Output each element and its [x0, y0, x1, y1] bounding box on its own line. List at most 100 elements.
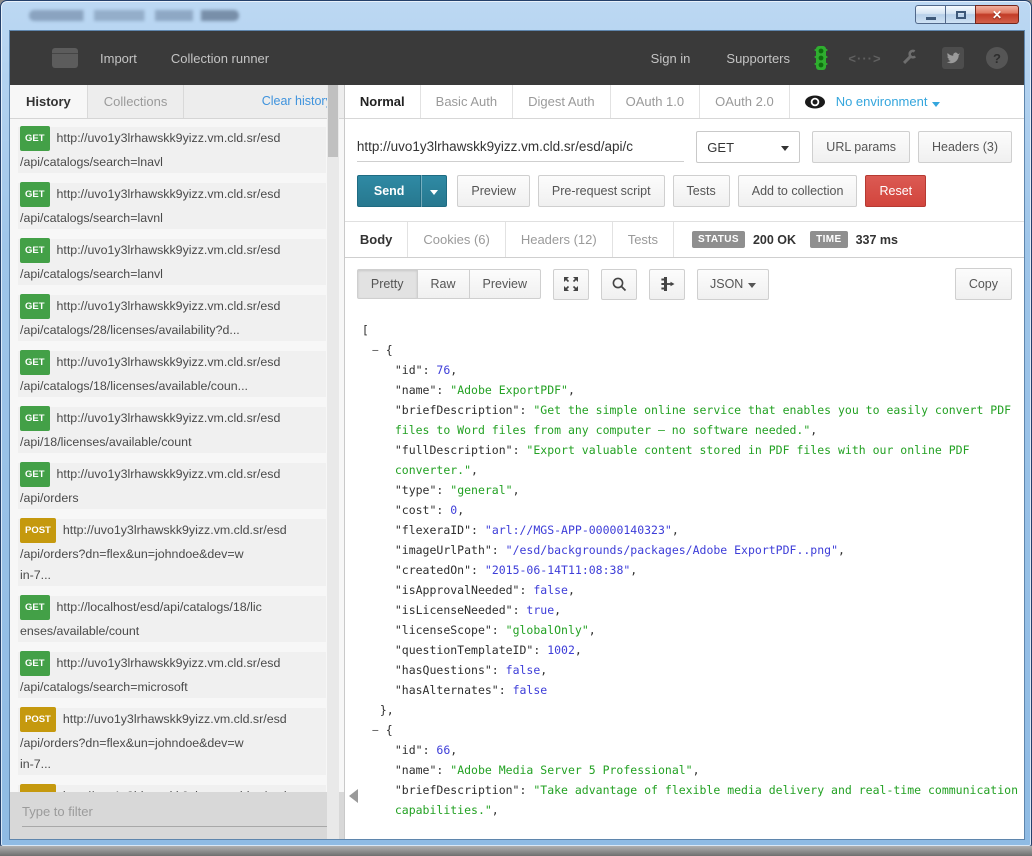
request-url: /api/orders?dn=flex&un=johndoe&dev=w	[20, 733, 322, 754]
sidebar-scrollbar-thumb[interactable]	[328, 85, 338, 157]
wrench-icon[interactable]	[896, 45, 922, 71]
history-item[interactable]: GET http://uvo1y3lrhawskk9yizz.vm.cld.sr/…	[18, 652, 326, 698]
window-controls: ✕	[915, 5, 1019, 24]
reset-button[interactable]: Reset	[865, 175, 926, 207]
history-item[interactable]: GEThttp://uvo1y3lrhawskk9yizz.vm.cld.sr/…	[18, 463, 326, 509]
code-line: "name": "Adobe Media Server 5 Profession…	[357, 760, 1018, 780]
preview-view-button[interactable]: Preview	[470, 269, 541, 299]
headers-button[interactable]: Headers (3)	[918, 131, 1012, 163]
response-views-row: Pretty Raw Preview	[345, 258, 1024, 310]
environment-selector[interactable]: No environment	[836, 94, 941, 109]
send-options-button[interactable]	[421, 175, 447, 207]
format-button[interactable]	[649, 269, 685, 300]
history-item[interactable]: GEThttp://uvo1y3lrhawskk9yizz.vm.cld.sr/…	[18, 351, 326, 397]
code-line: "isLicenseNeeded": true,	[357, 600, 1018, 620]
raw-view-button[interactable]: Raw	[418, 269, 470, 299]
code-line: "fullDescription": "Export valuable cont…	[357, 440, 1018, 460]
code-line: − {	[357, 720, 1018, 740]
history-item[interactable]: POST http://uvo1y3lrhawskk9yizz.vm.cld.sr…	[18, 708, 326, 775]
history-item[interactable]: POSThttp://uvo1y3lrhawskk9yizz.vm.cld.sr…	[18, 785, 326, 792]
sidebar-collapse-arrow[interactable]	[349, 789, 358, 803]
code-line: "briefDescription": "Get the simple onli…	[357, 400, 1018, 420]
history-item[interactable]: GEThttp://uvo1y3lrhawskk9yizz.vm.cld.sr/…	[18, 295, 326, 341]
tab-resp-headers[interactable]: Headers (12)	[506, 222, 613, 257]
tab-normal[interactable]: Normal	[345, 85, 421, 118]
tab-collections[interactable]: Collections	[88, 85, 185, 118]
pretty-view-button[interactable]: Pretty	[357, 269, 418, 299]
eye-icon[interactable]	[804, 95, 826, 109]
request-url: http://uvo1y3lrhawskk9yizz.vm.cld.sr/esd	[63, 523, 287, 537]
code-line: "flexeraID": "arl://MGS-APP-00000140323"…	[357, 520, 1018, 540]
request-url: http://uvo1y3lrhawskk9yizz.vm.cld.sr/esd	[57, 131, 281, 145]
filter-input[interactable]	[22, 800, 332, 827]
sidebar-scrollbar[interactable]	[327, 85, 339, 839]
twitter-icon[interactable]	[940, 45, 966, 71]
maximize-icon	[956, 11, 966, 19]
history-item[interactable]: GEThttp://uvo1y3lrhawskk9yizz.vm.cld.sr/…	[18, 183, 326, 229]
tab-history[interactable]: History	[10, 85, 88, 118]
method-badge: POST	[20, 784, 56, 792]
request-url: in-7...	[20, 565, 322, 586]
expand-button[interactable]	[553, 269, 589, 300]
tab-body[interactable]: Body	[345, 222, 409, 257]
time-badge: TIME	[810, 231, 848, 248]
sidebar-tabs: History Collections Clear history	[10, 85, 344, 119]
window-titlebar[interactable]: ✕	[1, 1, 1031, 30]
request-url: /api/catalogs/search=lavnl	[20, 208, 322, 229]
send-button[interactable]: Send	[357, 175, 422, 207]
supporters-button[interactable]: Supporters	[726, 51, 790, 66]
collection-runner-button[interactable]: Collection runner	[171, 51, 269, 66]
request-url: http://uvo1y3lrhawskk9yizz.vm.cld.sr/esd	[63, 712, 287, 726]
method-select[interactable]: GET	[696, 131, 800, 163]
request-url: http://uvo1y3lrhawskk9yizz.vm.cld.sr/esd	[57, 243, 281, 257]
history-item[interactable]: GEThttp://uvo1y3lrhawskk9yizz.vm.cld.sr/…	[18, 407, 326, 453]
url-params-button[interactable]: URL params	[812, 131, 910, 163]
tab-digest-auth[interactable]: Digest Auth	[513, 85, 611, 118]
copy-button[interactable]: Copy	[955, 268, 1012, 300]
add-to-collection-button[interactable]: Add to collection	[738, 175, 858, 207]
code-line: },	[357, 700, 1018, 720]
minimize-button[interactable]	[915, 5, 945, 24]
request-url: http://uvo1y3lrhawskk9yizz.vm.cld.sr/esd	[57, 656, 281, 670]
code-line: "licenseScope": "globalOnly",	[357, 620, 1018, 640]
maximize-button[interactable]	[945, 5, 975, 24]
tab-resp-tests[interactable]: Tests	[613, 222, 674, 257]
code-line: "type": "general",	[357, 480, 1018, 500]
search-button[interactable]	[601, 269, 637, 300]
sidebar: History Collections Clear history GEThtt…	[10, 85, 345, 839]
history-item[interactable]: POSThttp://uvo1y3lrhawskk9yizz.vm.cld.sr…	[18, 519, 326, 586]
close-button[interactable]: ✕	[975, 5, 1019, 24]
code-line: "id": 76,	[357, 360, 1018, 380]
method-badge: GET	[20, 651, 50, 676]
collections-icon[interactable]	[52, 48, 78, 68]
desktop-strip	[0, 846, 1032, 856]
code-line: − {	[357, 340, 1018, 360]
tab-oauth-2[interactable]: OAuth 2.0	[700, 85, 790, 118]
preview-button[interactable]: Preview	[457, 175, 529, 207]
tab-cookies[interactable]: Cookies (6)	[408, 222, 505, 257]
app-window: ✕ Import Collection runner Sign in Suppo…	[0, 0, 1032, 847]
code-snippet-icon[interactable]: <···>	[852, 45, 878, 71]
tab-oauth-1[interactable]: OAuth 1.0	[611, 85, 701, 118]
sign-in-button[interactable]: Sign in	[651, 51, 691, 66]
import-button[interactable]: Import	[100, 51, 137, 66]
traffic-light-icon[interactable]	[808, 45, 834, 71]
request-section: GET URL params Headers (3) Send Preview …	[345, 119, 1024, 222]
code-line: "isApprovalNeeded": false,	[357, 580, 1018, 600]
window-title-blur	[29, 10, 239, 21]
url-input[interactable]	[357, 132, 684, 162]
history-item[interactable]: GEThttp://localhost/esd/api/catalogs/18/…	[18, 596, 326, 642]
search-icon	[611, 276, 627, 292]
pre-request-script-button[interactable]: Pre-request script	[538, 175, 665, 207]
method-badge: GET	[20, 126, 50, 151]
format-type-dropdown[interactable]: JSON	[697, 269, 769, 300]
tab-basic-auth[interactable]: Basic Auth	[421, 85, 513, 118]
help-icon[interactable]: ?	[984, 45, 1010, 71]
history-item[interactable]: GET http://uvo1y3lrhawskk9yizz.vm.cld.sr/…	[18, 127, 326, 173]
method-badge: POST	[20, 707, 56, 732]
request-url: http://uvo1y3lrhawskk9yizz.vm.cld.sr/esd	[57, 467, 281, 481]
tests-button[interactable]: Tests	[673, 175, 730, 207]
chevron-down-icon	[748, 283, 756, 288]
history-item[interactable]: GEThttp://uvo1y3lrhawskk9yizz.vm.cld.sr/…	[18, 239, 326, 285]
request-url: /api/18/licenses/available/count	[20, 432, 322, 453]
